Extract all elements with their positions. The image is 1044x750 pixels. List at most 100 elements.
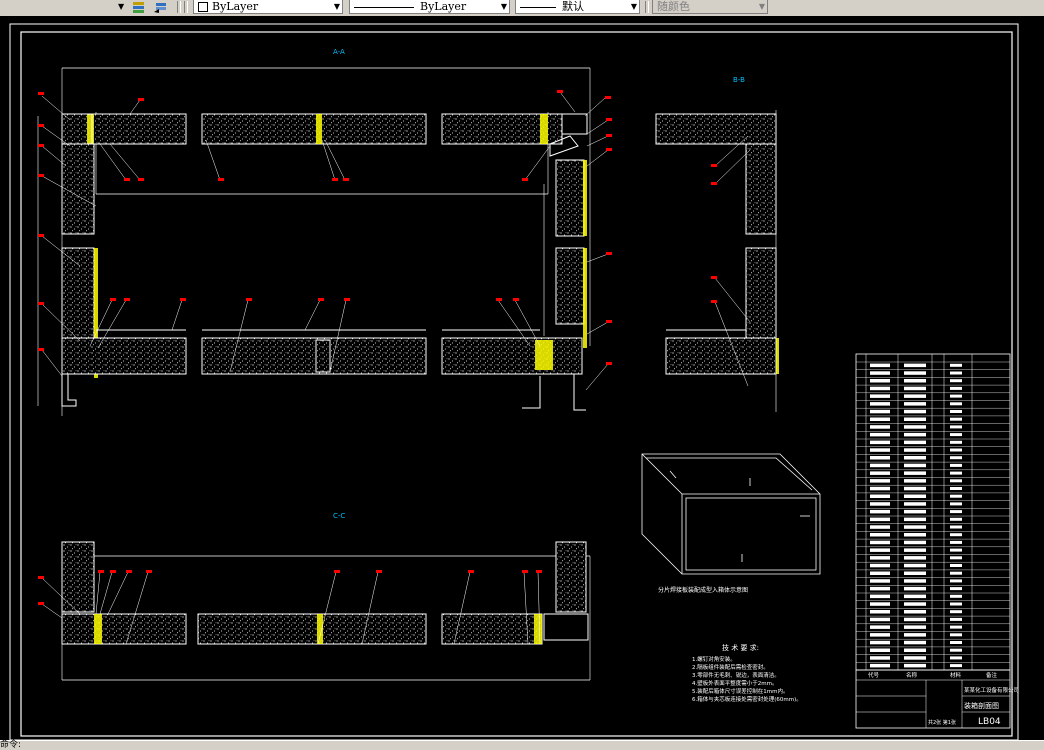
parts-list-code-mark [870, 556, 890, 560]
parts-list-material-mark [950, 417, 962, 421]
parts-list-code-mark [870, 456, 890, 460]
parts-list-code-mark [870, 394, 890, 398]
parts-list-code-mark [870, 471, 890, 475]
chevron-down-icon: ▼ [500, 2, 507, 11]
parts-list-material-mark [950, 517, 962, 521]
parts-list-name-mark [904, 517, 926, 522]
parts-list-code-mark [870, 640, 890, 645]
parts-list-name-mark [904, 432, 926, 437]
company-name: 某某化工设备有限公司 [964, 686, 1019, 694]
chevron-down-icon: ▼ [630, 2, 637, 11]
parts-list-material-mark [950, 533, 962, 537]
toolbar-separator [177, 1, 181, 13]
parts-list-code-mark [870, 379, 890, 383]
parts-list-name-mark [904, 586, 926, 591]
parts-list-code-mark [870, 663, 890, 668]
parts-list-code-mark [870, 648, 890, 652]
parts-list-code-mark [870, 633, 890, 637]
parts-list-material-mark [950, 548, 962, 552]
parts-list-code-mark [870, 563, 890, 568]
parts-list-material-mark [950, 410, 962, 413]
parts-list-name-mark [904, 525, 926, 529]
parts-list-name-mark [904, 610, 926, 614]
col-material: 材料 [950, 671, 962, 679]
drawing-name: 装箱剖面图 [964, 701, 999, 710]
note-line: 2.隔板组件装配后需检查密封。 [692, 663, 769, 671]
parts-list-name-mark [904, 571, 926, 575]
parts-list-material-mark [950, 502, 962, 506]
parts-list-name-mark [904, 394, 926, 398]
parts-list-name-mark [904, 579, 926, 583]
parts-list-code-mark [870, 548, 890, 552]
parts-list-code-mark [870, 363, 890, 368]
parts-list-material-mark [950, 394, 962, 398]
section-cc-label: C-C [333, 512, 345, 520]
parts-list-name-mark [904, 548, 926, 552]
lineweight-control-select[interactable]: 默认 ▼ [515, 0, 640, 14]
parts-list-material-mark [950, 371, 962, 375]
lineweight-control-value: 默认 [562, 0, 584, 13]
parts-list-code-mark [870, 656, 890, 660]
note-line: 5.装配后箱体尺寸误差控制在1mm内。 [692, 687, 788, 695]
note-line: 1.螺钉对角安装。 [692, 655, 736, 663]
color-control-value: ByLayer [212, 0, 259, 13]
layer-states-icon[interactable] [131, 0, 147, 14]
parts-list-name-mark [904, 409, 926, 414]
parts-list-code-mark [870, 517, 890, 522]
col-name: 名称 [906, 671, 918, 679]
parts-list-material-mark [950, 641, 962, 644]
parts-list-code-mark [870, 502, 890, 506]
parts-list-material-mark [950, 579, 962, 583]
parts-list-material-mark [950, 433, 962, 437]
layer-previous-icon[interactable] [153, 0, 169, 14]
parts-list-name-mark [904, 471, 926, 475]
section-bb-label: B-B [733, 76, 745, 84]
drawing-canvas[interactable]: A-A B-B C-C 分片焊接板装配成型入箱体示意图 技 术 要 求: 1.螺… [0, 16, 1044, 741]
parts-list-name-mark [904, 371, 926, 375]
parts-list-code-mark [870, 463, 890, 468]
note-line: 3.零部件无毛刺、锐边，表面清洁。 [692, 671, 780, 679]
linetype-control-select[interactable]: ByLayer ▼ [349, 0, 510, 14]
parts-list-code-mark [870, 602, 890, 606]
parts-list-name-mark [904, 448, 926, 452]
parts-list-code-mark [870, 440, 890, 445]
parts-list-material-mark [950, 487, 962, 490]
parts-list-code-mark [870, 533, 890, 537]
parts-list-material-mark [950, 648, 962, 652]
parts-list-code-mark [870, 448, 890, 452]
parts-list-name-mark [904, 425, 926, 429]
parts-list-code-mark [870, 540, 890, 545]
parts-list-material-mark [950, 633, 962, 637]
parts-list-material-mark [950, 656, 962, 660]
col-remark: 备注 [986, 671, 998, 679]
parts-list-code-mark [870, 409, 890, 414]
parts-list-code-mark [870, 402, 890, 406]
chevron-down-icon: ▼ [758, 2, 765, 11]
parts-list-material-mark [950, 525, 962, 529]
dropdown-arrow-icon[interactable]: ▼ [118, 0, 124, 14]
parts-list-name-mark [904, 633, 926, 637]
parts-list-material-mark [950, 363, 962, 367]
sheet-info: 共2张 第1张 [928, 719, 956, 726]
note-line: 6.箱体与夹芯板连接处需密封处理(60mm)。 [692, 695, 802, 703]
parts-list-name-mark [904, 594, 926, 599]
parts-list-code-mark [870, 610, 890, 614]
parts-list-material-mark [950, 463, 962, 467]
parts-list-code-mark [870, 617, 890, 622]
parts-list-material-mark [950, 610, 962, 614]
parts-list-material-mark [950, 425, 962, 429]
parts-list-code-mark [870, 417, 890, 421]
parts-list-name-mark [904, 494, 926, 498]
parts-list-code-mark [870, 625, 890, 629]
color-control-select[interactable]: ByLayer ▼ [193, 0, 343, 14]
parts-list-name-mark [904, 417, 926, 421]
parts-list-code-mark [870, 425, 890, 429]
parts-list-material-mark [950, 617, 962, 621]
parts-list-name-mark [904, 386, 926, 391]
parts-list-material-mark [950, 379, 962, 383]
parts-list-name-mark [904, 563, 926, 568]
linetype-control-value: ByLayer [420, 0, 467, 13]
properties-toolbar: ▼ ByLayer ▼ ByLayer ▼ 默认 ▼ 随颜色 ▼ [0, 0, 1044, 17]
iso-caption: 分片焊接板装配成型入箱体示意图 [658, 586, 748, 594]
drawing-sheet: A-A B-B C-C 分片焊接板装配成型入箱体示意图 技 术 要 求: 1.螺… [9, 23, 1019, 741]
